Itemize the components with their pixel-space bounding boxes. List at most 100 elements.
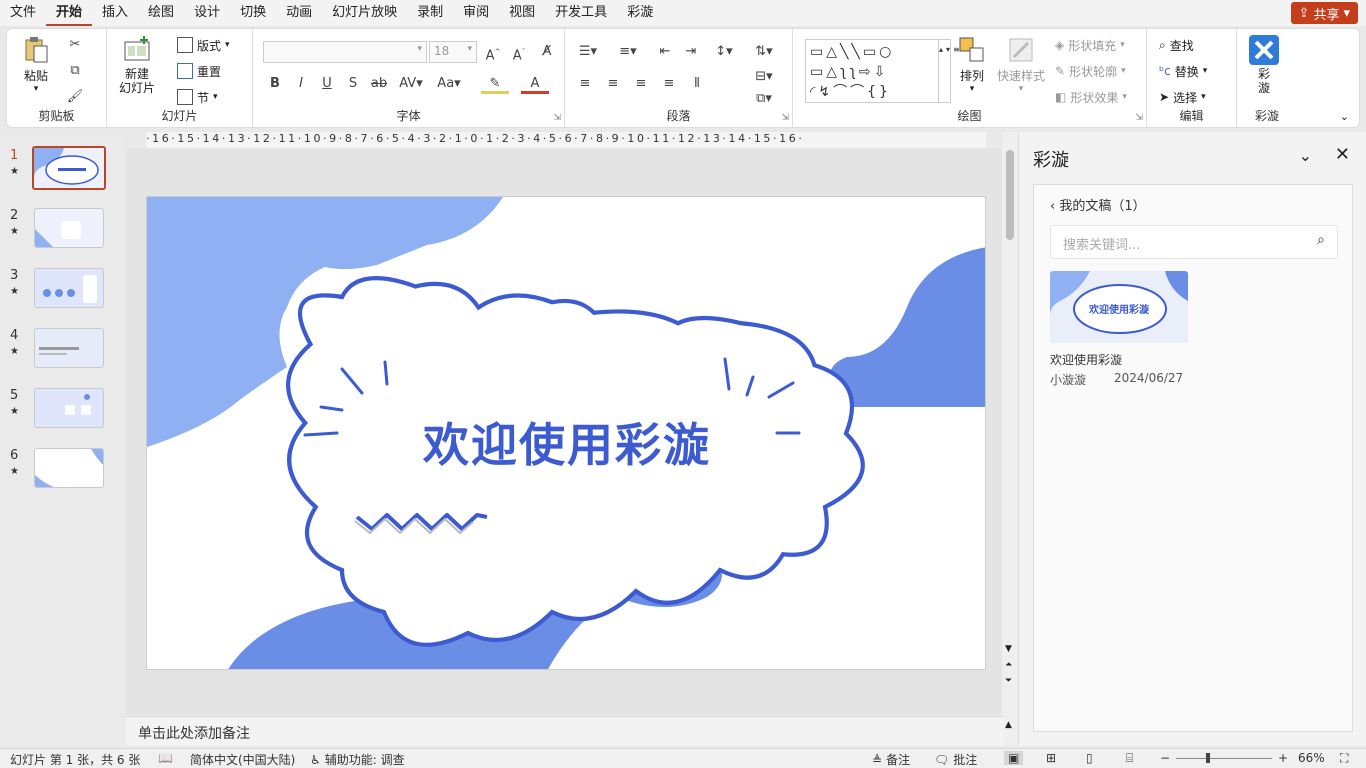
increase-indent-icon[interactable]: ⇥ — [681, 42, 701, 62]
quick-styles-button[interactable]: 快速样式 ▾ — [997, 35, 1045, 94]
cut-icon[interactable]: ✂ — [65, 35, 85, 55]
font-name-combo[interactable]: ▾ — [263, 41, 427, 63]
decrease-indent-icon[interactable]: ⇤ — [655, 42, 675, 62]
tab-animations[interactable]: 动画 — [276, 0, 322, 26]
tab-home[interactable]: 开始 — [46, 0, 93, 26]
section-button[interactable]: 节 ▾ — [177, 87, 218, 107]
search-input[interactable]: 搜索关键词... ⌕ — [1050, 225, 1338, 259]
align-text-icon[interactable]: ⊟▾ — [751, 67, 777, 87]
italic-icon[interactable]: I — [291, 74, 311, 94]
reading-view-icon[interactable]: ▯ — [1086, 751, 1093, 765]
accessibility-status[interactable]: ♿ 辅助功能: 调查 — [310, 751, 405, 768]
scroll-up-icon[interactable]: ▲ — [1005, 720, 1012, 730]
line-spacing-icon[interactable]: ↕▾ — [711, 42, 737, 62]
copy-icon[interactable]: ⧉ — [65, 61, 85, 81]
normal-view-icon[interactable]: ▣ — [1004, 751, 1024, 765]
shapes-gallery[interactable]: ▭△╲╲▭○ ▭△ʅʅ⇨⇩ ◜↯⌒⌒{} ▴▾≡ — [805, 39, 960, 103]
language-status[interactable]: 简体中文(中国大陆) — [190, 751, 295, 768]
decrease-font-icon[interactable]: Aˇ — [509, 42, 529, 63]
tab-slideshow[interactable]: 幻灯片放映 — [322, 0, 407, 26]
increase-font-icon[interactable]: A^ — [483, 42, 503, 63]
slide-thumbnail[interactable]: 4 ★ — [0, 328, 122, 380]
dialog-launcher-icon[interactable]: ⇲ — [781, 113, 789, 123]
slide-thumbnail[interactable]: 3 ★ — [0, 268, 122, 320]
format-painter-icon[interactable]: 🖌 — [65, 87, 85, 107]
slideshow-icon[interactable]: ⌸ — [1126, 751, 1133, 766]
clear-format-icon[interactable]: A̸ — [537, 42, 557, 62]
tab-developer[interactable]: 开发工具 — [545, 0, 617, 26]
char-spacing-icon[interactable]: AV▾ — [397, 74, 425, 94]
zoom-level[interactable]: 66% — [1298, 751, 1325, 765]
prev-slide-icon[interactable]: ⏶ — [1005, 660, 1012, 670]
slide-title[interactable]: 欢迎使用彩漩 — [147, 409, 985, 475]
columns-icon[interactable]: ⫴ — [687, 74, 707, 94]
font-size-combo[interactable]: 18 ▾ — [429, 41, 477, 63]
chevron-down-icon[interactable]: ⌄ — [1299, 146, 1312, 165]
search-icon[interactable]: ⌕ — [1317, 232, 1325, 248]
zoom-slider-thumb[interactable] — [1206, 753, 1210, 763]
bullets-icon[interactable]: ☰▾ — [575, 42, 601, 62]
dialog-launcher-icon[interactable]: ⇲ — [1135, 113, 1143, 123]
caixuan-button[interactable]: 彩 漩 — [1249, 35, 1279, 95]
scroll-thumb[interactable] — [1006, 150, 1014, 240]
dialog-launcher-icon[interactable]: ⇲ — [553, 113, 561, 123]
justify-icon[interactable]: ≡ — [659, 74, 679, 94]
collapse-ribbon-icon[interactable]: ⌄ — [1340, 110, 1349, 123]
layout-button[interactable]: 版式 ▾ — [177, 35, 230, 55]
strikethrough-icon[interactable]: ab — [369, 74, 389, 94]
shape-outline-button[interactable]: ✎ 形状轮廓 ▾ — [1055, 61, 1126, 81]
paste-button[interactable]: 粘贴 ▾ — [21, 35, 51, 94]
gallery-scroll-icon[interactable]: ▴▾≡ — [938, 40, 960, 102]
vertical-scrollbar[interactable]: ▼ ⏶ ⏷ ▲ — [1002, 132, 1018, 746]
fit-slide-icon[interactable]: ⛶ — [1340, 751, 1348, 766]
zoom-slider[interactable] — [1176, 753, 1272, 763]
tab-view[interactable]: 视图 — [499, 0, 545, 26]
document-name[interactable]: 欢迎使用彩漩 — [1050, 351, 1122, 368]
slide-canvas[interactable]: 欢迎使用彩漩 — [146, 196, 986, 670]
slide-thumbnail[interactable]: 6 ★ — [0, 448, 122, 500]
breadcrumb[interactable]: ‹ 我的文稿（1） — [1050, 195, 1146, 214]
slide-sorter-icon[interactable]: ⊞ — [1046, 751, 1056, 765]
bold-icon[interactable]: B — [265, 74, 285, 94]
tab-design[interactable]: 设计 — [184, 0, 230, 26]
align-left-icon[interactable]: ≡ — [575, 74, 595, 94]
tab-caixuan[interactable]: 彩漩 — [617, 0, 663, 26]
zoom-out-icon[interactable]: − — [1160, 751, 1170, 765]
slide-thumbnail[interactable]: 2 ★ — [0, 208, 122, 260]
next-slide-icon[interactable]: ⏷ — [1005, 676, 1012, 686]
arrange-button[interactable]: 排列 ▾ — [957, 35, 987, 94]
zoom-in-icon[interactable]: + — [1278, 751, 1288, 765]
select-button[interactable]: ➤ 选择 ▾ — [1159, 87, 1206, 107]
tab-review[interactable]: 审阅 — [453, 0, 499, 26]
tab-record[interactable]: 录制 — [407, 0, 453, 26]
document-card-thumbnail[interactable]: 欢迎使用彩漩 — [1050, 271, 1188, 343]
slide-thumbnail[interactable]: 5 ★ — [0, 388, 122, 440]
tab-draw[interactable]: 绘图 — [138, 0, 184, 26]
shadow-icon[interactable]: S — [343, 74, 363, 94]
new-slide-button[interactable]: 新建 幻灯片 — [119, 35, 155, 95]
close-icon[interactable]: ✕ — [1335, 144, 1350, 165]
text-direction-icon[interactable]: ⇅▾ — [751, 42, 777, 62]
replace-button[interactable]: ᵇc 替换 ▾ — [1159, 61, 1207, 81]
tab-file[interactable]: 文件 — [0, 0, 46, 26]
font-color-icon[interactable]: A — [521, 74, 549, 94]
shape-fill-button[interactable]: ◈ 形状填充 ▾ — [1055, 35, 1125, 55]
notes-pane[interactable]: 单击此处添加备注 — [126, 716, 1004, 746]
smartart-icon[interactable]: ⧉▾ — [751, 89, 777, 109]
tab-insert[interactable]: 插入 — [92, 0, 138, 26]
align-center-icon[interactable]: ≡ — [603, 74, 623, 94]
spelling-check-icon[interactable]: 📖 — [158, 751, 173, 765]
numbering-icon[interactable]: ≡▾ — [615, 42, 641, 62]
share-button[interactable]: ⇪ 共享 ▾ — [1290, 2, 1358, 24]
change-case-icon[interactable]: Aa▾ — [435, 74, 463, 94]
notes-toggle-button[interactable]: ≜ 备注 — [872, 751, 910, 768]
shape-effect-button[interactable]: ◧ 形状效果 ▾ — [1055, 87, 1127, 107]
align-right-icon[interactable]: ≡ — [631, 74, 651, 94]
scroll-down-icon[interactable]: ▼ — [1005, 644, 1012, 654]
highlight-icon[interactable]: ✎ — [481, 74, 509, 94]
underline-icon[interactable]: U — [317, 74, 337, 94]
comments-toggle-button[interactable]: 🗨 批注 — [934, 751, 977, 768]
tab-transitions[interactable]: 切换 — [230, 0, 276, 26]
find-button[interactable]: ⌕ 查找 — [1159, 35, 1194, 55]
reset-button[interactable]: 重置 — [177, 61, 221, 81]
